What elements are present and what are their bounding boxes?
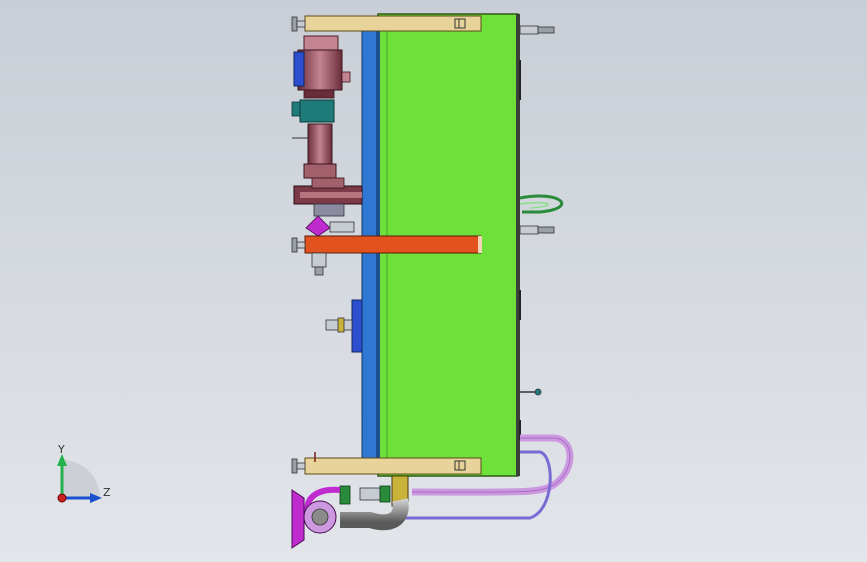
axis-z-label: Z [103,486,111,499]
valve-icon [519,25,555,35]
middle-bracket[interactable] [291,235,482,254]
bottom-bracket[interactable] [291,457,482,475]
coordinate-triad [57,454,102,503]
axis-y-label: Y [58,443,65,456]
top-bracket[interactable] [291,15,482,32]
cad-viewport[interactable]: Y Z [0,0,867,562]
valve-icon [519,225,555,235]
assembly-drawing[interactable] [0,0,867,562]
